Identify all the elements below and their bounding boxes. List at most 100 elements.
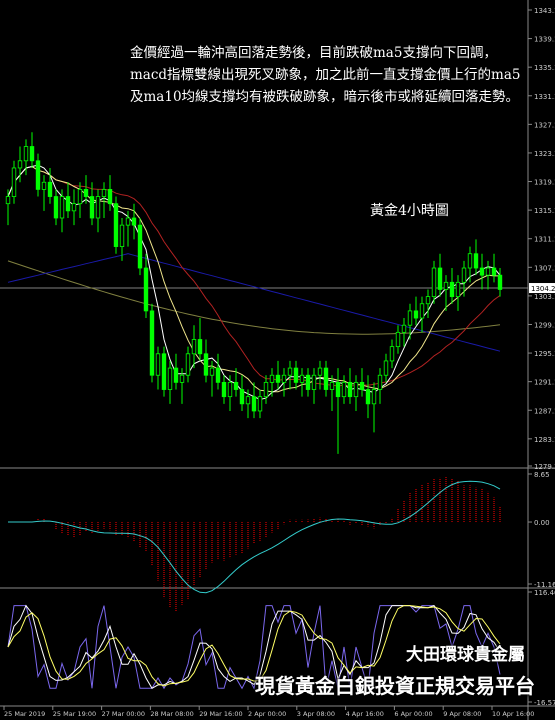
candle-body [245, 396, 251, 405]
macd-panel: 8.65 0.00 -11.16 [8, 471, 555, 612]
candle-body [317, 367, 323, 376]
x-tick-label: 28 Mar 08:00 [150, 710, 193, 718]
y-tick-label: 116.46 [534, 589, 555, 597]
candle-body [479, 267, 485, 276]
candle-body [143, 267, 149, 312]
candle-body [233, 381, 239, 390]
candle-body [161, 353, 167, 390]
y-tick-label: -16.57 [534, 699, 555, 707]
y-tick-label: 1283.1 [534, 436, 555, 444]
candle-body [467, 253, 473, 269]
x-tick-label: 3 Apr 08:00 [297, 710, 335, 718]
y-tick-label: 1279.3 [534, 463, 555, 471]
candle-body [149, 310, 155, 376]
x-tick-label: 2 Apr 00:00 [248, 710, 286, 718]
candle-body [359, 381, 365, 390]
candle-body [419, 303, 425, 319]
x-tick-label: 29 Mar 16:00 [199, 710, 242, 718]
candle-body [155, 353, 161, 376]
candle-body [251, 396, 257, 412]
candle-body [191, 339, 197, 355]
y-tick-label: 1323.1 [534, 150, 555, 158]
candle-body [65, 196, 71, 212]
candle-body [197, 339, 203, 355]
candle-body [431, 267, 437, 298]
brand-name: 大田環球貴金屬 [406, 645, 525, 665]
candle-body [449, 281, 455, 298]
candle-body [167, 367, 173, 390]
candle-body [335, 381, 341, 398]
candle-body [185, 353, 191, 376]
y-tick-label: 1339.1 [534, 36, 555, 44]
brand-slogan: 現貨黃金白銀投資正規交易平台 [255, 674, 535, 698]
y-tick-label: 0.00 [534, 519, 550, 527]
candle-body [125, 217, 131, 226]
candle-body [395, 331, 401, 348]
candle-body [461, 267, 467, 283]
candle-body [41, 181, 47, 190]
candle-body [203, 353, 209, 376]
y-tick-label: 1315.1 [534, 207, 555, 215]
x-tick-label: 4 Apr 16:00 [346, 710, 384, 718]
y-tick-label: 1311.1 [534, 236, 555, 244]
candle-body [455, 281, 461, 298]
x-tick-label: 6 Apr 00:00 [394, 710, 432, 718]
x-tick-label: 10 Apr 16:00 [492, 710, 534, 718]
candle-body [401, 324, 407, 333]
y-tick-label: 1287.1 [534, 407, 555, 415]
y-tick-label: -11.16 [534, 581, 555, 589]
candle-body [77, 188, 83, 205]
x-tick-label: 9 Apr 08:00 [443, 710, 481, 718]
candle-body [101, 188, 107, 197]
candle-body [23, 146, 29, 162]
y-tick-label: 1291.1 [534, 379, 555, 387]
candle-body [227, 381, 233, 398]
y-tick-label: 1295.1 [534, 350, 555, 358]
candle-body [173, 367, 179, 383]
y-tick-label: 1299.1 [534, 321, 555, 329]
candle-body [83, 188, 89, 197]
y-tick-label: 1303.1 [534, 293, 555, 301]
candle-body [47, 181, 53, 197]
candle-body [11, 167, 17, 197]
candle-body [491, 267, 497, 276]
candle-body [407, 310, 413, 326]
candle-body [215, 367, 221, 383]
time-axis: 25 Mar 2019 25 Mar 19:00 27 Mar 00:00 28 Ma… [3, 706, 534, 718]
candle-body [263, 381, 269, 398]
y-tick-label: 1343.1 [534, 7, 555, 15]
candle-body [119, 224, 125, 247]
y-tick-label: 1319.1 [534, 179, 555, 187]
candle-body [371, 389, 377, 405]
candle-body [329, 381, 335, 390]
candle-body [365, 389, 371, 405]
candle-body [95, 196, 101, 219]
candle-body [71, 203, 77, 212]
candle-body [5, 196, 11, 205]
x-tick-label: 25 Mar 19:00 [53, 710, 96, 718]
y-tick-label: 1331.1 [534, 93, 555, 101]
candle-body [473, 253, 479, 269]
candle-body [281, 374, 287, 383]
candle-body [389, 346, 395, 362]
candle-body [293, 367, 299, 383]
candle-body [443, 281, 449, 290]
candle-body [413, 310, 419, 319]
candle-body [221, 381, 227, 398]
chart-canvas: 1343.1 1339.1 1335.1 1331.1 1327.1 1323.1 1319… [0, 0, 555, 720]
candle-body [53, 196, 59, 219]
candle-body [209, 367, 215, 376]
candle-body [29, 146, 35, 162]
candle-body [269, 374, 275, 383]
candle-body [353, 381, 359, 398]
candle-body [257, 396, 263, 412]
candle-body [377, 374, 383, 390]
y-tick-label: 8.65 [534, 471, 550, 479]
candle-body [341, 381, 347, 398]
candle-body [275, 374, 281, 383]
panel-title: 黃金4小時圖 [370, 203, 449, 219]
candle-body [437, 267, 443, 290]
current-price-label: 1304.2 [531, 285, 555, 293]
candle-body [497, 274, 503, 290]
candle-body [59, 196, 65, 219]
